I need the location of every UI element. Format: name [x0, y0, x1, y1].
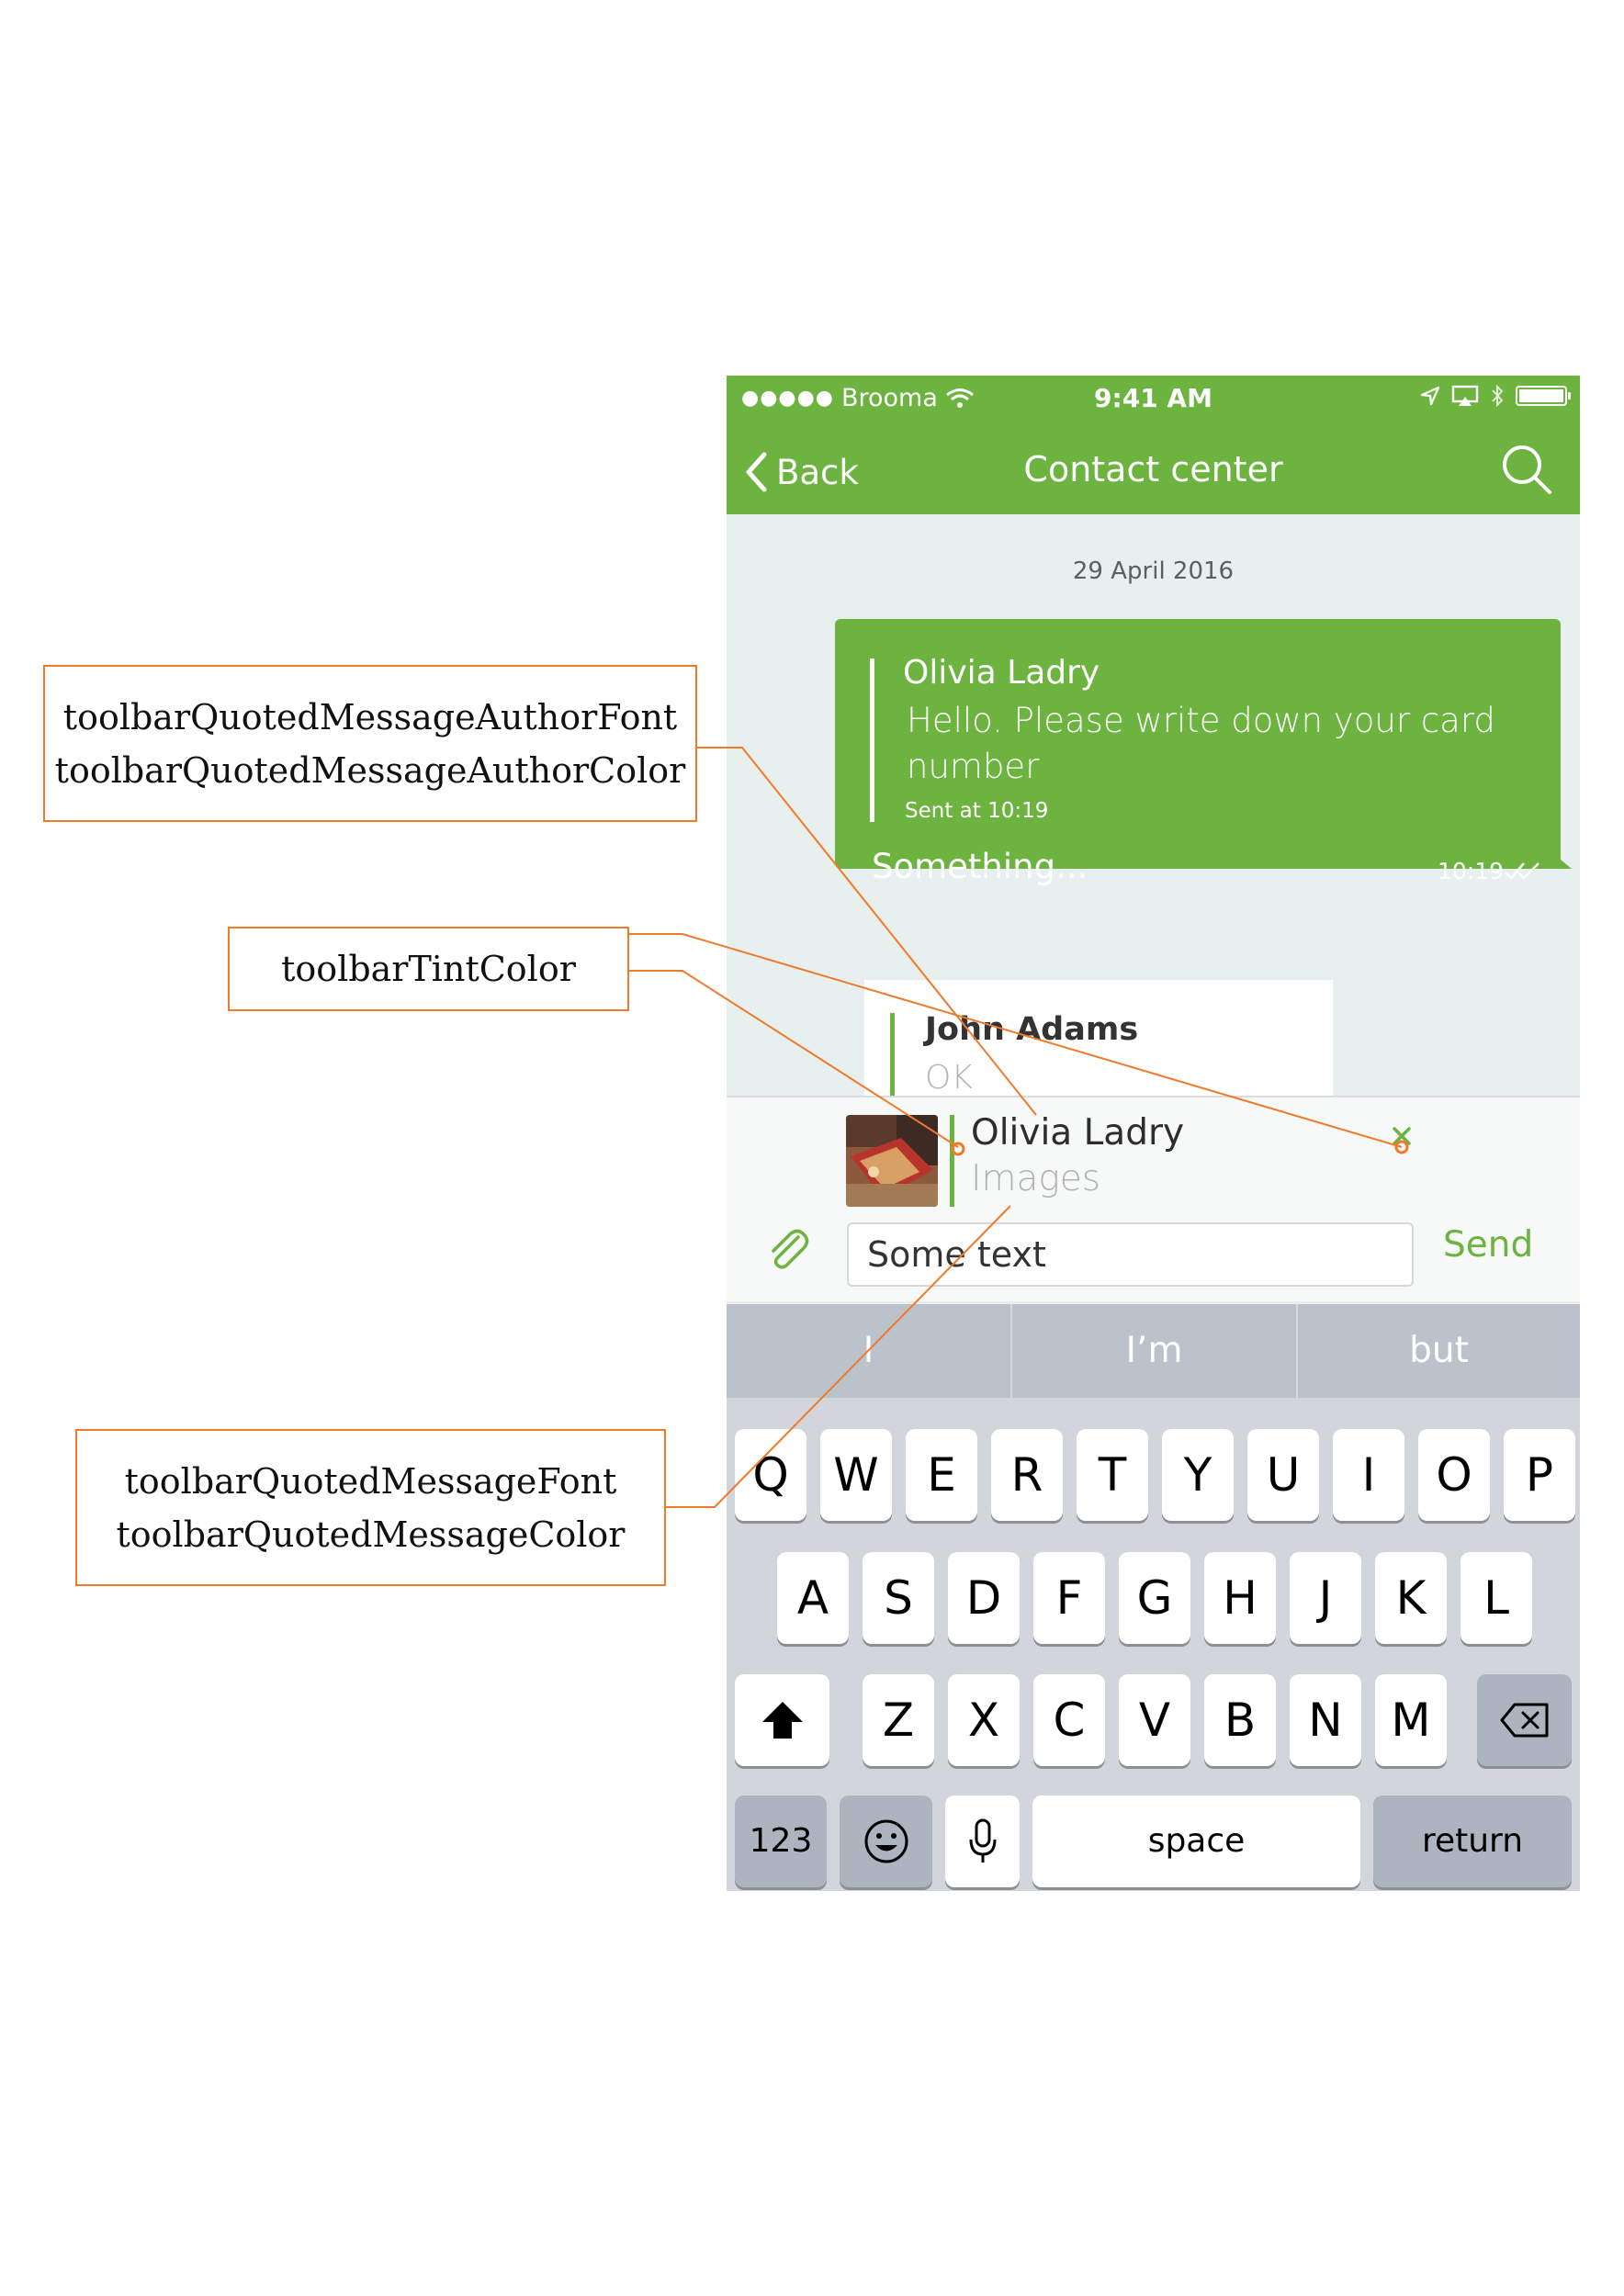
- paperclip-icon[interactable]: [763, 1224, 811, 1272]
- suggestion-item[interactable]: I’m: [1012, 1304, 1296, 1398]
- key-w[interactable]: W: [820, 1429, 892, 1521]
- emoji-key[interactable]: [840, 1795, 932, 1887]
- key-i[interactable]: I: [1333, 1429, 1404, 1521]
- quoted-text: OK: [925, 1059, 973, 1097]
- close-icon[interactable]: [1390, 1124, 1414, 1148]
- quoted-text: Hello. Please write down your card numbe…: [907, 701, 1495, 786]
- message-time: 10:19: [1437, 858, 1504, 884]
- quoted-author: John Adams: [925, 1011, 1139, 1048]
- message-toolbar: Olivia Ladry Images Send: [727, 1096, 1580, 1301]
- key-b[interactable]: B: [1204, 1674, 1276, 1766]
- key-a[interactable]: A: [777, 1552, 849, 1644]
- quoted-message: Images: [971, 1158, 1101, 1199]
- location-icon: [1420, 386, 1440, 406]
- status-bar: ●●●●● Brooma 9:41 AM: [727, 376, 1580, 420]
- annotation-author-font-color: toolbarQuotedMessageAuthorFont toolbarQu…: [43, 665, 697, 822]
- page-title: Contact center: [1023, 449, 1283, 490]
- key-u[interactable]: U: [1247, 1429, 1319, 1521]
- annotation-message-font: toolbarQuotedMessageFont: [124, 1460, 617, 1502]
- navigation-bar: ●●●●● Brooma 9:41 AM Back Contact center: [727, 376, 1580, 514]
- quoted-image-thumbnail: [846, 1115, 938, 1207]
- key-m[interactable]: M: [1375, 1674, 1447, 1766]
- battery-icon: [1516, 386, 1571, 406]
- key-x[interactable]: X: [948, 1674, 1020, 1766]
- quote-bar: [950, 1115, 954, 1207]
- annotation-author-color: toolbarQuotedMessageAuthorColor: [54, 749, 686, 791]
- key-k[interactable]: K: [1375, 1552, 1447, 1644]
- backspace-icon: [1500, 1703, 1548, 1738]
- key-y[interactable]: Y: [1162, 1429, 1234, 1521]
- keyboard: I I’m but Q W E R T Y U I O P A S D F G …: [727, 1304, 1580, 1891]
- shift-key[interactable]: [735, 1674, 829, 1766]
- date-separator: 29 April 2016: [1072, 557, 1235, 585]
- key-q[interactable]: Q: [735, 1429, 806, 1521]
- quoted-author: Olivia Ladry: [971, 1112, 1185, 1154]
- suggestion-item[interactable]: but: [1298, 1304, 1580, 1398]
- backspace-key[interactable]: [1477, 1674, 1572, 1766]
- quote-bar: [870, 658, 874, 822]
- quoted-sent-time: Sent at 10:19: [905, 799, 1049, 823]
- microphone-icon: [969, 1818, 996, 1863]
- key-o[interactable]: O: [1418, 1429, 1490, 1521]
- send-button[interactable]: Send: [1443, 1224, 1533, 1266]
- message-text: Something...: [872, 847, 1088, 886]
- annotation-author-font: toolbarQuotedMessageAuthorFont: [62, 696, 678, 737]
- key-f[interactable]: F: [1033, 1552, 1105, 1644]
- incoming-message-bubble[interactable]: John Adams OK: [864, 980, 1333, 1114]
- annotation-tint-color: toolbarTintColor: [228, 927, 629, 1011]
- microphone-key[interactable]: [945, 1795, 1020, 1887]
- nav-row: Back Contact center: [727, 440, 1580, 504]
- bluetooth-icon: [1492, 384, 1504, 408]
- search-icon[interactable]: [1499, 442, 1554, 497]
- emoji-icon: [864, 1819, 908, 1863]
- key-z[interactable]: Z: [863, 1674, 934, 1766]
- message-input[interactable]: [847, 1222, 1414, 1287]
- annotation-message-color: toolbarQuotedMessageColor: [116, 1514, 626, 1555]
- suggestion-item[interactable]: I: [727, 1304, 1010, 1398]
- key-l[interactable]: L: [1460, 1552, 1532, 1644]
- key-s[interactable]: S: [863, 1552, 934, 1644]
- key-r[interactable]: R: [991, 1429, 1063, 1521]
- double-check-icon: [1505, 862, 1539, 880]
- key-e[interactable]: E: [906, 1429, 977, 1521]
- key-v[interactable]: V: [1119, 1674, 1190, 1766]
- airplay-icon: [1451, 385, 1479, 406]
- quoted-author: Olivia Ladry: [903, 654, 1100, 692]
- key-p[interactable]: P: [1504, 1429, 1575, 1521]
- shift-icon: [761, 1702, 803, 1739]
- key-j[interactable]: J: [1290, 1552, 1361, 1644]
- phone-screen: ●●●●● Brooma 9:41 AM Back Contact center…: [727, 376, 1580, 1891]
- return-key[interactable]: return: [1373, 1795, 1572, 1887]
- key-d[interactable]: D: [948, 1552, 1020, 1644]
- annotation-message-font-color: toolbarQuotedMessageFont toolbarQuotedMe…: [75, 1429, 666, 1586]
- numbers-key[interactable]: 123: [735, 1795, 827, 1887]
- outgoing-message-bubble[interactable]: Olivia Ladry Hello. Please write down yo…: [835, 619, 1561, 886]
- status-icons: [1420, 384, 1571, 408]
- annotation-tint-label: toolbarTintColor: [281, 949, 576, 989]
- key-n[interactable]: N: [1290, 1674, 1361, 1766]
- space-key[interactable]: space: [1032, 1795, 1360, 1887]
- key-t[interactable]: T: [1077, 1429, 1148, 1521]
- key-c[interactable]: C: [1033, 1674, 1105, 1766]
- key-g[interactable]: G: [1119, 1552, 1190, 1644]
- key-h[interactable]: H: [1204, 1552, 1276, 1644]
- suggestion-bar: I I’m but: [727, 1304, 1580, 1398]
